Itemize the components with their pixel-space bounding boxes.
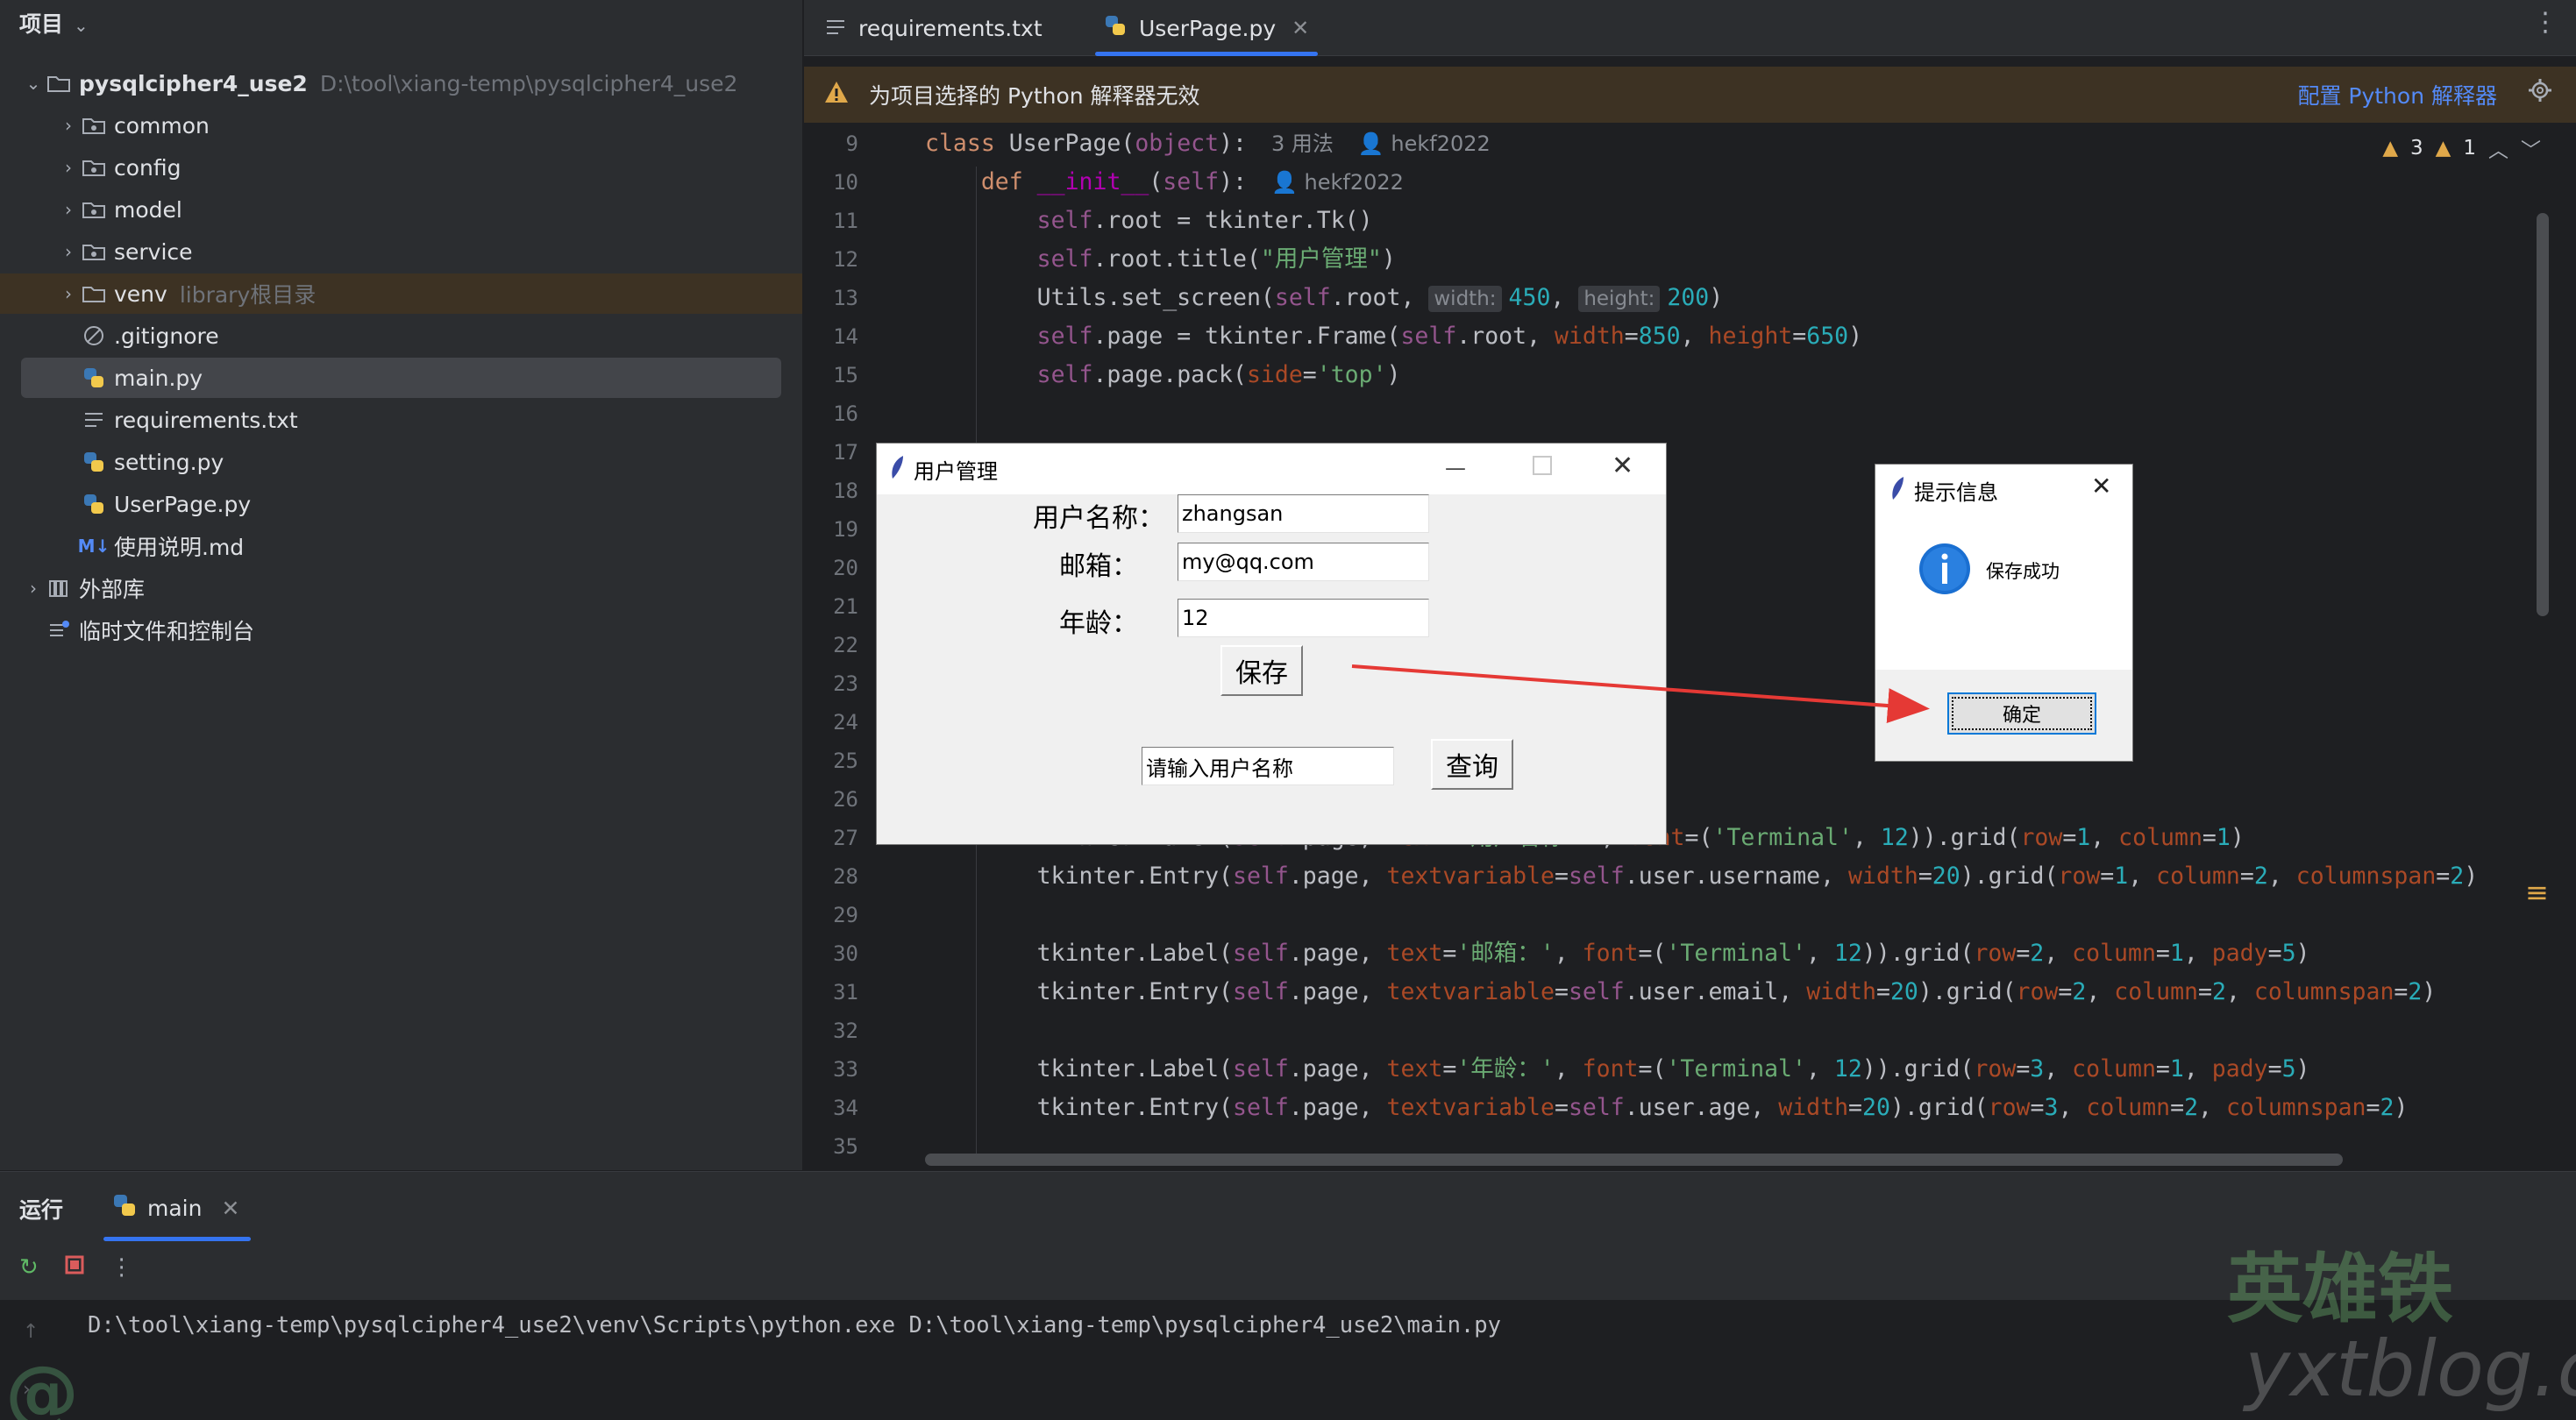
watermark-brand: 英雄铁 [2227, 1246, 2453, 1333]
watermark-site: yxtblog.com [2245, 1324, 2576, 1414]
watermark-handle: @ [5, 1350, 81, 1420]
annotation-arrow [1351, 664, 1930, 724]
